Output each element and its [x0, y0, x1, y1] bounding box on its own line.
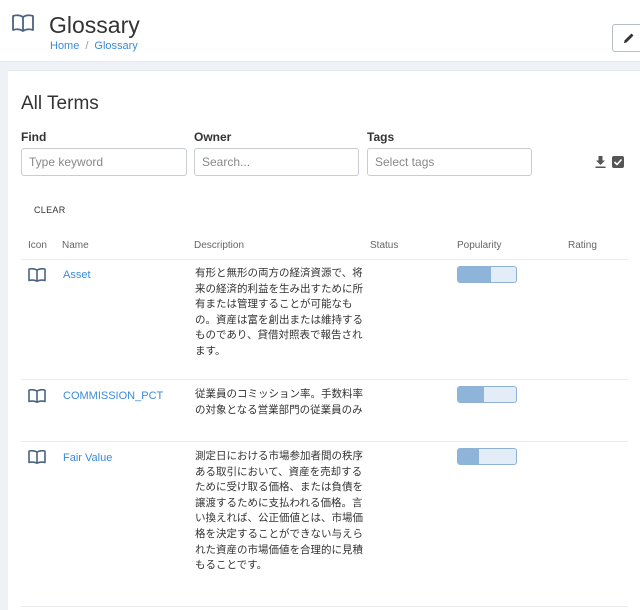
- term-description: 測定日における市場参加者間の秩序ある取引において、資産を売却するために受け取る価…: [195, 450, 363, 572]
- book-icon: [28, 450, 46, 464]
- breadcrumb: Home / Glossary: [50, 40, 138, 52]
- term-description: 有形と無形の両方の経済資源で、将来の経済的利益を生み出すために所有または管理する…: [195, 267, 363, 357]
- column-header-popularity[interactable]: Popularity: [457, 240, 501, 251]
- term-name-link[interactable]: Asset: [63, 269, 91, 281]
- book-icon: [28, 268, 46, 282]
- page-title: Glossary: [49, 12, 140, 38]
- tags-select[interactable]: [367, 148, 532, 176]
- find-input[interactable]: [21, 148, 187, 176]
- term-description: 従業員のコミッション率。手数料率の対象となる営業部門の従業員のみ: [195, 388, 363, 416]
- tags-label: Tags: [367, 130, 395, 144]
- popularity-fill: [458, 387, 485, 402]
- breadcrumb-home-link[interactable]: Home: [50, 40, 79, 52]
- popularity-bar: [457, 386, 517, 403]
- column-header-status[interactable]: Status: [370, 240, 398, 251]
- checkbox-icon[interactable]: [612, 156, 624, 168]
- popularity-bar: [457, 266, 517, 283]
- table-divider: [21, 441, 628, 442]
- column-header-icon: Icon: [28, 240, 47, 251]
- owner-search-input[interactable]: [194, 148, 359, 176]
- edit-button[interactable]: [612, 24, 640, 52]
- download-icon[interactable]: [595, 156, 606, 168]
- table-divider: [21, 259, 628, 260]
- page-header: Glossary Home / Glossary: [0, 0, 640, 62]
- breadcrumb-current-link[interactable]: Glossary: [94, 40, 137, 52]
- pencil-icon: [624, 33, 634, 43]
- term-name-link[interactable]: COMMISSION_PCT: [63, 390, 163, 402]
- clear-button[interactable]: CLEAR: [34, 205, 66, 215]
- book-icon: [28, 389, 46, 403]
- owner-label: Owner: [194, 130, 232, 144]
- breadcrumb-separator: /: [85, 40, 89, 52]
- table-divider: [21, 606, 628, 607]
- table-divider: [21, 379, 628, 380]
- book-icon: [12, 14, 34, 32]
- find-label: Find: [21, 130, 47, 144]
- section-title: All Terms: [21, 93, 99, 114]
- popularity-fill: [458, 449, 480, 464]
- popularity-fill: [458, 267, 492, 282]
- popularity-bar: [457, 448, 517, 465]
- column-header-rating[interactable]: Rating: [568, 240, 597, 251]
- column-header-name[interactable]: Name: [62, 240, 89, 251]
- column-header-description: Description: [194, 240, 245, 251]
- term-name-link[interactable]: Fair Value: [63, 452, 112, 464]
